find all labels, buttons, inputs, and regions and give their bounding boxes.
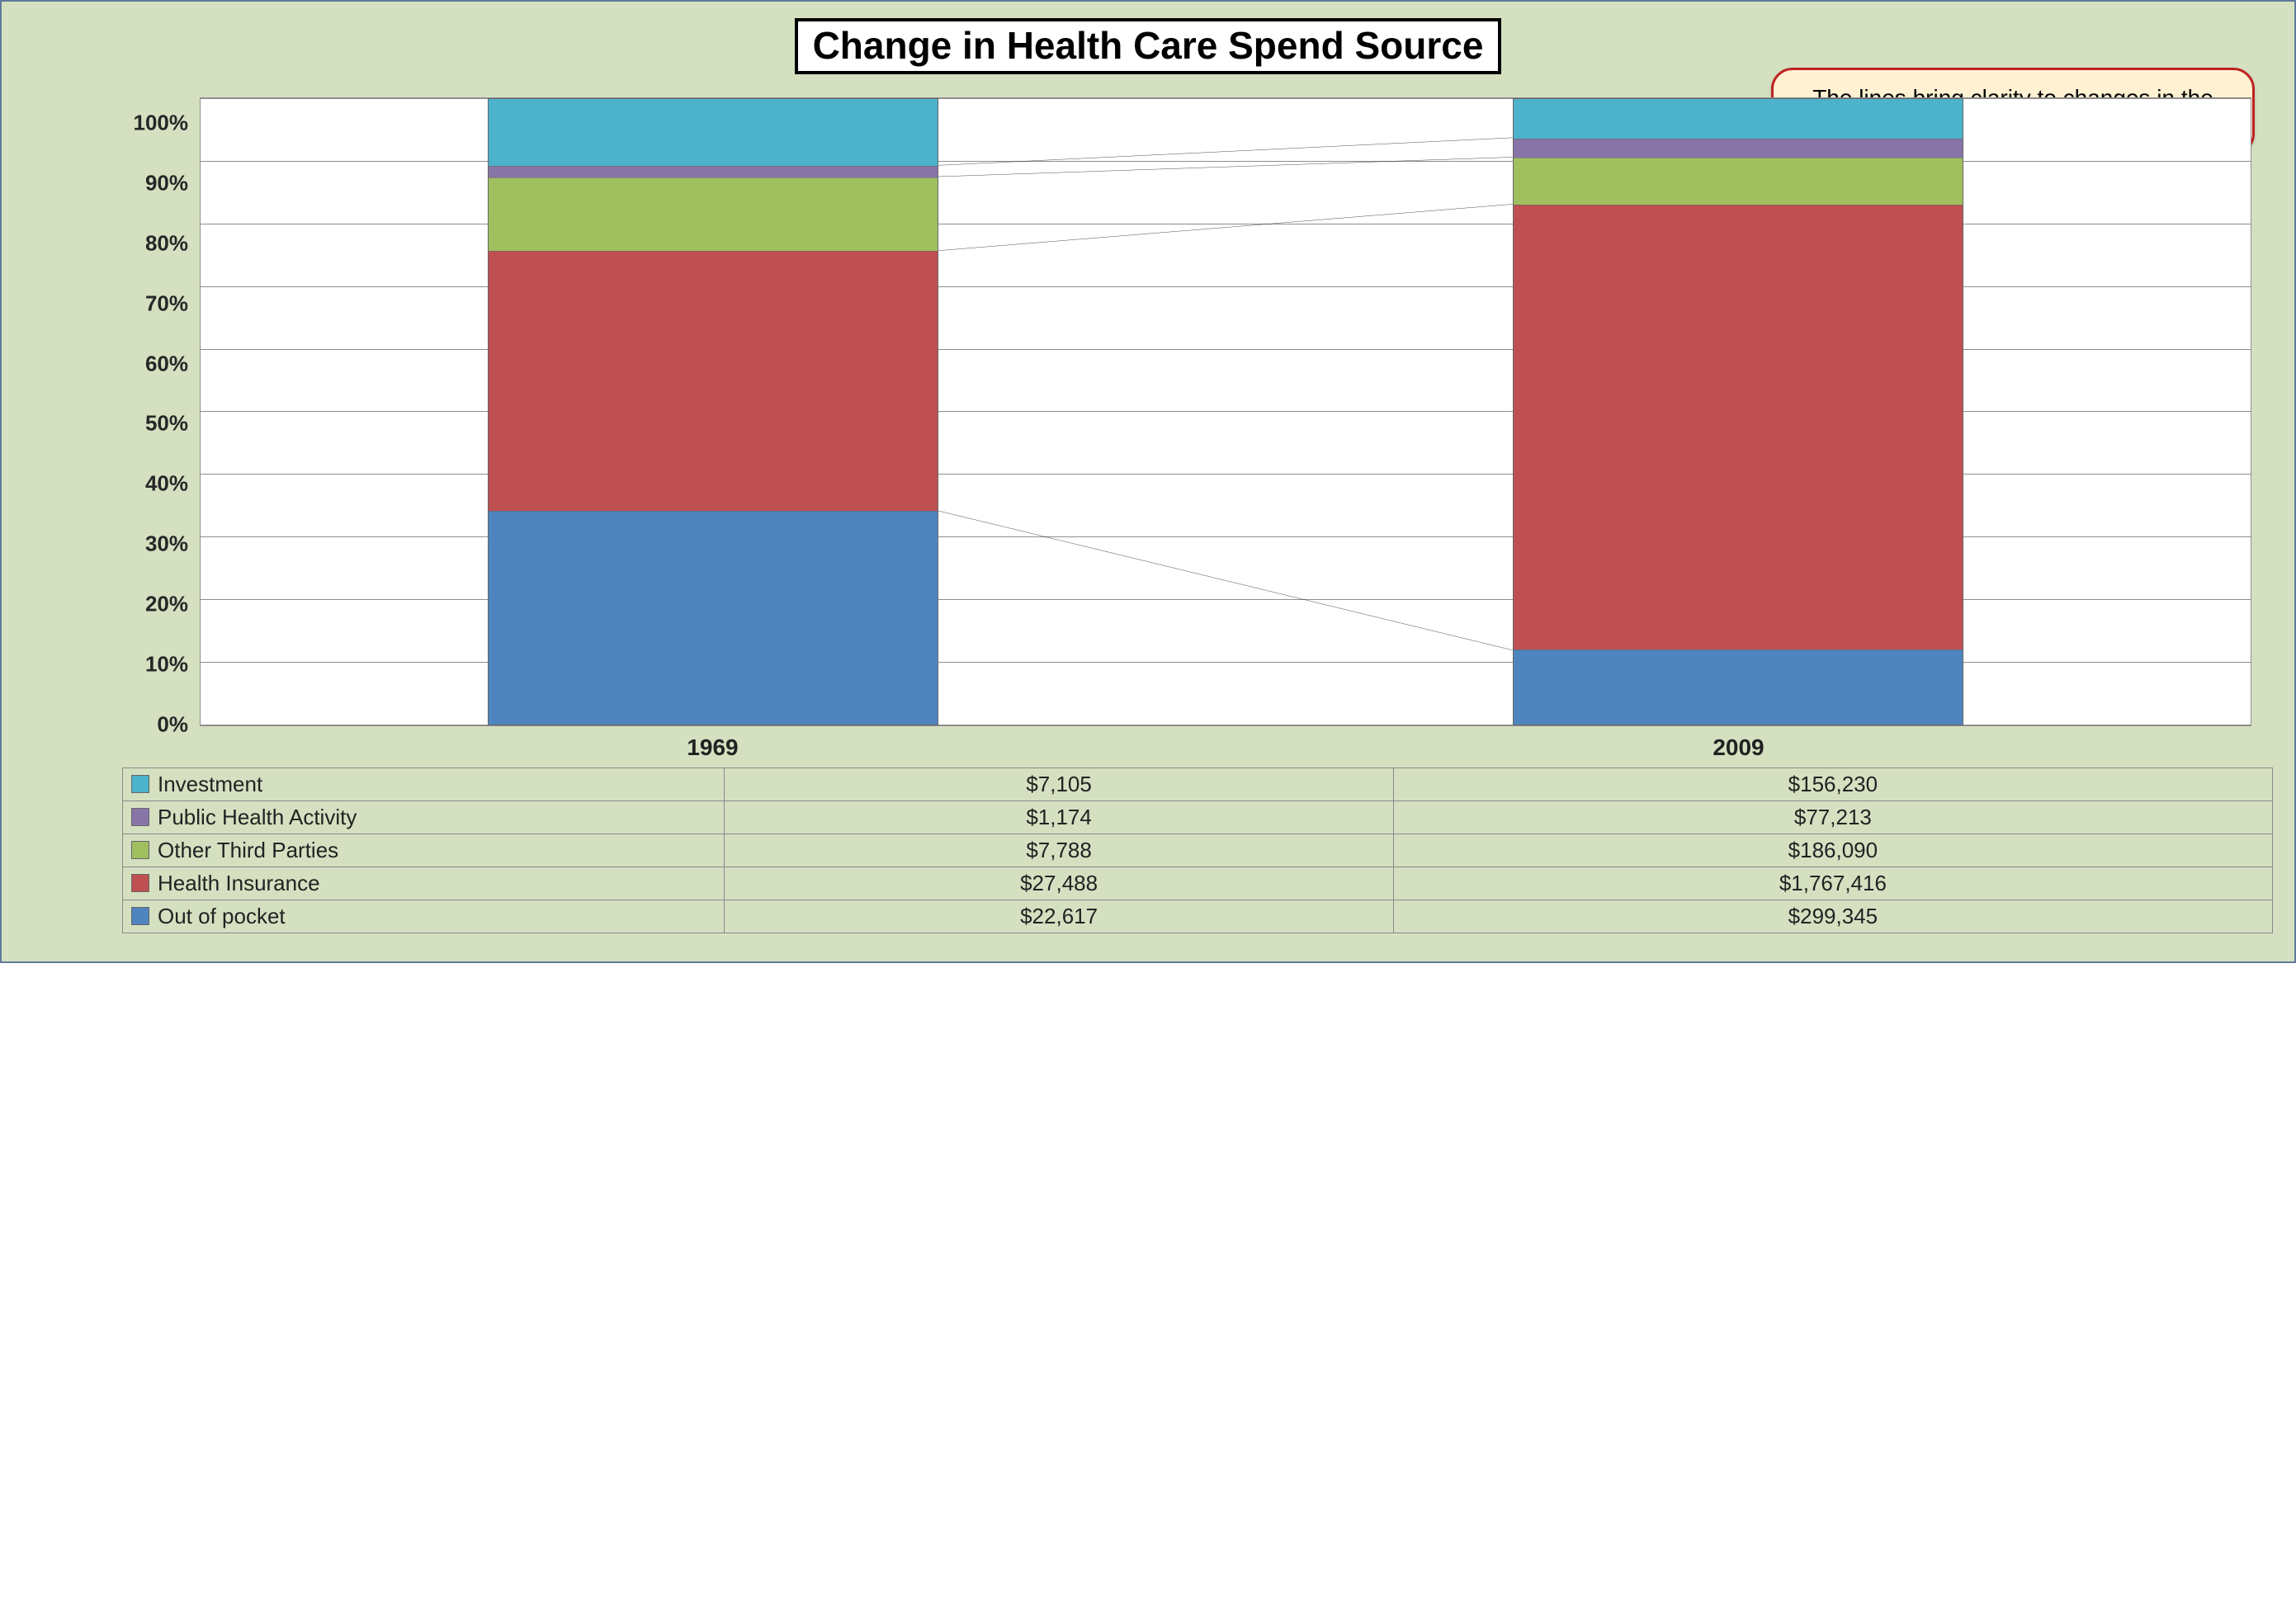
bar-segment xyxy=(1514,99,1963,139)
ytick: 0% xyxy=(122,711,188,737)
table-row: Out of pocket$22,617$299,345 xyxy=(123,900,2273,933)
xtick: 2009 xyxy=(1226,726,2251,766)
y-axis-ticks: 100% 90% 80% 70% 60% 50% 40% 30% 20% 10%… xyxy=(122,97,200,725)
stacked-bar-2009 xyxy=(1513,98,1963,725)
ytick: 40% xyxy=(122,471,188,497)
bar-segment xyxy=(1514,205,1963,649)
ytick: 30% xyxy=(122,531,188,557)
ytick: 50% xyxy=(122,411,188,437)
bar-segment xyxy=(1514,139,1963,158)
ytick: 10% xyxy=(122,652,188,678)
ytick: 90% xyxy=(122,170,188,196)
ytick: 20% xyxy=(122,592,188,617)
bar-segment xyxy=(489,177,938,251)
bars xyxy=(201,98,2251,725)
data-table-wrap: Investment$7,105$156,230Public Health Ac… xyxy=(122,767,2273,933)
table-cell: $7,105 xyxy=(725,768,1393,801)
plot xyxy=(200,97,2251,726)
ytick: 100% xyxy=(122,111,188,136)
x-axis-ticks: 1969 2009 xyxy=(200,726,2251,766)
ytick: 70% xyxy=(122,290,188,316)
series-label: Investment xyxy=(123,768,725,801)
xtick: 1969 xyxy=(200,726,1226,766)
table-cell: $22,617 xyxy=(725,900,1393,933)
table-cell: $299,345 xyxy=(1393,900,2272,933)
table-row: Investment$7,105$156,230 xyxy=(123,768,2273,801)
ytick: 60% xyxy=(122,351,188,376)
bar-segment xyxy=(489,166,938,177)
table-cell: $156,230 xyxy=(1393,768,2272,801)
table-cell: $27,488 xyxy=(725,867,1393,900)
data-table: Investment$7,105$156,230Public Health Ac… xyxy=(122,767,2273,933)
series-label: Public Health Activity xyxy=(123,801,725,834)
table-cell: $7,788 xyxy=(725,834,1393,867)
series-label: Out of pocket xyxy=(123,900,725,933)
chart-title: Change in Health Care Spend Source xyxy=(795,18,1502,74)
table-cell: $1,174 xyxy=(725,801,1393,834)
series-label: Health Insurance xyxy=(123,867,725,900)
bar-segment xyxy=(1514,649,1963,725)
bar-segment xyxy=(489,251,938,511)
table-cell: $77,213 xyxy=(1393,801,2272,834)
table-row: Health Insurance$27,488$1,767,416 xyxy=(123,867,2273,900)
chart-container: Change in Health Care Spend Source Perce… xyxy=(0,0,2296,963)
bar-segment xyxy=(1514,158,1963,205)
plot-area: Percent of Total Annual Spend The lines … xyxy=(122,97,2251,766)
ytick: 80% xyxy=(122,230,188,256)
table-cell: $1,767,416 xyxy=(1393,867,2272,900)
series-label: Other Third Parties xyxy=(123,834,725,867)
table-cell: $186,090 xyxy=(1393,834,2272,867)
bar-segment xyxy=(489,511,938,725)
table-row: Public Health Activity$1,174$77,213 xyxy=(123,801,2273,834)
bar-segment xyxy=(489,99,938,166)
stacked-bar-1969 xyxy=(488,98,938,725)
table-row: Other Third Parties$7,788$186,090 xyxy=(123,834,2273,867)
